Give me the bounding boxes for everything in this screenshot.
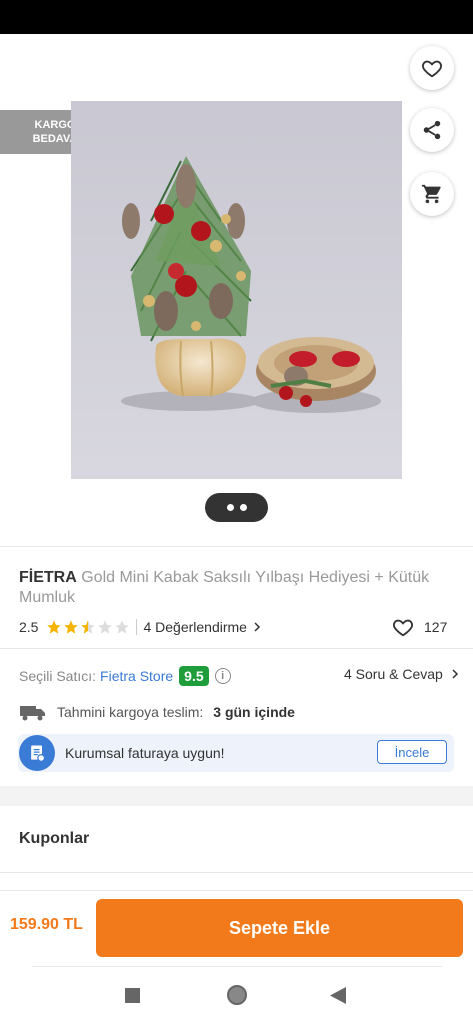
truck-icon	[20, 706, 45, 721]
seller-score: 9.5	[179, 666, 209, 686]
qa-link[interactable]: 4 Soru & Cevap	[344, 666, 461, 682]
share-button[interactable]	[410, 108, 454, 152]
heart-icon	[393, 619, 413, 637]
divider	[32, 966, 442, 967]
divider	[0, 648, 473, 649]
nav-triangle-icon[interactable]	[330, 987, 346, 1004]
pager-dot-active	[226, 504, 234, 511]
seller-label: Seçili Satıcı:	[19, 668, 97, 684]
share-icon	[423, 120, 441, 140]
likes-count: 127	[424, 619, 448, 635]
info-icon[interactable]: i	[214, 668, 231, 684]
pager-dot	[239, 504, 247, 511]
delivery-value: 3 gün içinde	[213, 704, 295, 720]
separator	[136, 619, 138, 635]
heart-icon	[422, 60, 442, 78]
coupons-title[interactable]: Kuponlar	[19, 830, 89, 848]
star-icon	[64, 620, 79, 634]
price: 159.90 TL	[10, 916, 83, 933]
qa-label: 4 Soru & Cevap	[344, 666, 443, 682]
product-title: FİETRA Gold Mini Kabak Saksılı Yılbaşı H…	[19, 568, 459, 608]
star-half-icon	[81, 620, 96, 634]
add-to-cart-button[interactable]: Sepete Ekle	[96, 899, 463, 957]
product-name: Gold Mini Kabak Saksılı Yılbaşı Hediyesi…	[19, 569, 430, 606]
reviews-label: 4 Değerlendirme	[143, 619, 247, 635]
nav-square-icon[interactable]	[125, 988, 140, 1003]
image-pager	[205, 493, 268, 522]
invoice-text: Kurumsal faturaya uygun!	[65, 745, 225, 761]
product-image[interactable]	[71, 101, 402, 479]
likes[interactable]: 127	[392, 616, 447, 638]
invoice-details-button[interactable]: İncele	[377, 740, 447, 764]
chevron-right-icon	[254, 622, 261, 632]
rating-stars	[46, 619, 130, 635]
back-button[interactable]	[18, 50, 52, 84]
rating-value: 2.5	[19, 619, 39, 635]
product-brand: FİETRA	[19, 569, 77, 586]
invoice-banner: Kurumsal faturaya uygun! İncele	[18, 734, 454, 772]
invoice-icon	[19, 735, 55, 771]
favorite-button[interactable]	[410, 46, 454, 90]
badge-line-1: KARGO	[34, 119, 76, 131]
delivery-row: Tahmini kargoya teslim: 3 gün içinde	[19, 700, 295, 724]
star-empty-icon	[98, 620, 113, 634]
cart-icon	[421, 184, 441, 204]
divider	[0, 872, 473, 873]
seller-name[interactable]: Fietra Store	[100, 668, 173, 684]
divider	[0, 546, 473, 547]
delivery-label: Tahmini kargoya teslim:	[57, 704, 204, 720]
reviews-link[interactable]: 4 Değerlendirme	[143, 619, 263, 635]
back-arrow-icon	[26, 58, 44, 76]
chevron-right-icon	[452, 669, 458, 679]
status-bar	[0, 0, 473, 34]
section-gap	[0, 786, 473, 806]
star-empty-icon	[115, 620, 130, 634]
star-icon	[47, 620, 62, 634]
nav-circle-icon[interactable]	[226, 984, 248, 1006]
cart-button[interactable]	[410, 172, 454, 216]
system-navbar	[0, 968, 473, 1024]
